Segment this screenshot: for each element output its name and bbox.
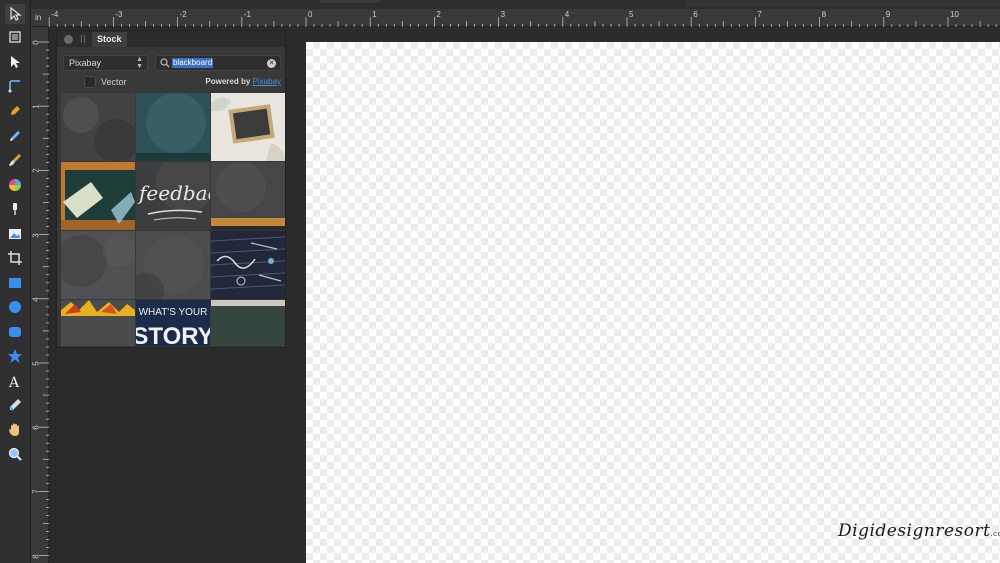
ruler-tick-label: 1 [31, 104, 41, 109]
stock-thumb[interactable] [61, 162, 135, 230]
hand-tool-icon[interactable] [5, 420, 25, 440]
star-tool-icon[interactable] [5, 346, 25, 366]
watermark-logo: Digidesignresort.com [838, 521, 1000, 541]
move-tool-icon[interactable] [5, 4, 25, 24]
ruler-tick-label: 7 [757, 10, 762, 19]
ruler-tick-label: 3 [31, 232, 41, 238]
ruler-tick-label: 8 [821, 10, 827, 19]
title-strip [0, 0, 1000, 9]
ruler-tick-label: -2 [179, 10, 187, 19]
transparency-tool-icon[interactable] [5, 199, 25, 219]
ruler-tick-label: 2 [436, 10, 441, 19]
stock-results-grid: feedback WHAT'S YOUR STORY [61, 93, 285, 346]
ruler-tick-label: 5 [629, 10, 634, 19]
panel-header: Stock [57, 31, 285, 47]
tab-stock[interactable]: Stock [92, 32, 127, 47]
corner-tool-icon[interactable] [5, 76, 25, 96]
chevron-updown-icon: ▲ ▼ [136, 56, 143, 70]
stock-thumb[interactable] [211, 162, 285, 230]
document-canvas[interactable] [306, 42, 1000, 563]
ruler-unit-label: in [35, 13, 42, 22]
zoom-tool-icon[interactable] [5, 444, 25, 464]
text-tool-icon[interactable]: A [5, 371, 25, 391]
search-icon [160, 58, 170, 68]
stock-thumb[interactable] [211, 300, 285, 346]
pixabay-link[interactable]: Pixabay [253, 77, 281, 86]
thumb-feedback-text: feedback [137, 181, 210, 205]
ruler-tick-label: 1 [372, 10, 377, 19]
search-input[interactable]: blackboard ✕ [155, 55, 281, 71]
brush-tool-icon[interactable] [5, 150, 25, 170]
ruler-tick-label: -1 [243, 10, 251, 19]
vector-option[interactable]: Vector [84, 76, 127, 88]
ruler-tick-label: 9 [885, 10, 891, 19]
watermark-suffix: .com [990, 530, 1000, 538]
stock-thumb[interactable] [61, 300, 135, 346]
ruler-tick-label: 5 [31, 361, 41, 366]
vector-checkbox[interactable] [84, 76, 96, 88]
stock-thumb[interactable] [136, 231, 210, 299]
fill-tool-icon[interactable] [5, 175, 25, 195]
ruler-tick-label: 0 [31, 40, 41, 45]
stock-thumb-story[interactable]: WHAT'S YOUR STORY [136, 300, 210, 346]
pen-tool-icon[interactable] [5, 101, 25, 121]
thumb-story-top-text: WHAT'S YOUR [139, 307, 208, 318]
rectangle-tool-icon[interactable] [5, 273, 25, 293]
pencil-tool-icon[interactable] [5, 126, 25, 146]
node-tool-icon[interactable] [5, 52, 25, 72]
color-picker-tool-icon[interactable] [5, 395, 25, 415]
ruler-tick-label: 10 [950, 10, 959, 19]
ruler-tick-label: 2 [31, 168, 41, 174]
stock-source-value: Pixabay [69, 58, 102, 68]
ruler-tick-label: 6 [31, 425, 41, 430]
tools-toolbar: A [0, 0, 31, 563]
stock-thumb[interactable] [61, 231, 135, 299]
crop-tool-icon[interactable] [5, 248, 25, 268]
artboard-tool-icon[interactable] [5, 27, 25, 47]
ruler-tick-label: 6 [693, 10, 698, 19]
search-value: blackboard [172, 58, 214, 68]
ruler-tick-label: 4 [31, 297, 41, 302]
stock-thumb[interactable] [136, 93, 210, 161]
stock-thumb[interactable] [211, 231, 285, 299]
place-image-tool-icon[interactable] [5, 224, 25, 244]
clear-search-icon[interactable]: ✕ [267, 59, 276, 68]
rounded-rectangle-tool-icon[interactable] [5, 322, 25, 342]
powered-by: Powered by Pixabay [205, 77, 281, 86]
ruler-tick-label: 0 [308, 10, 313, 19]
ruler-tick-label: 8 [31, 553, 41, 559]
ruler-tick-label: -3 [115, 10, 123, 19]
horizontal-ruler[interactable] [31, 9, 1000, 27]
thumb-story-bottom-text: STORY [136, 323, 210, 346]
stock-source-select[interactable]: Pixabay ▲ ▼ [63, 55, 148, 71]
ruler-tick-label: 4 [564, 10, 570, 19]
ruler-tick-label: 7 [31, 489, 41, 495]
stock-thumb-feedback[interactable]: feedback [136, 162, 210, 230]
stock-thumb[interactable] [211, 93, 285, 161]
ruler-tick-label: -4 [51, 10, 59, 19]
ellipse-tool-icon[interactable] [5, 297, 25, 317]
vector-label: Vector [101, 77, 127, 87]
watermark-text: Digidesignresort [838, 521, 991, 541]
stock-thumb[interactable] [61, 93, 135, 161]
stock-panel: Stock Pixabay ▲ ▼ blackboard ✕ Vector Pow… [56, 30, 286, 348]
drag-handle-icon[interactable] [81, 35, 85, 43]
svg-text:A: A [8, 375, 20, 389]
close-panel-icon[interactable] [64, 35, 73, 44]
ruler-tick-label: 3 [500, 10, 506, 19]
powered-by-label: Powered by [205, 77, 251, 86]
